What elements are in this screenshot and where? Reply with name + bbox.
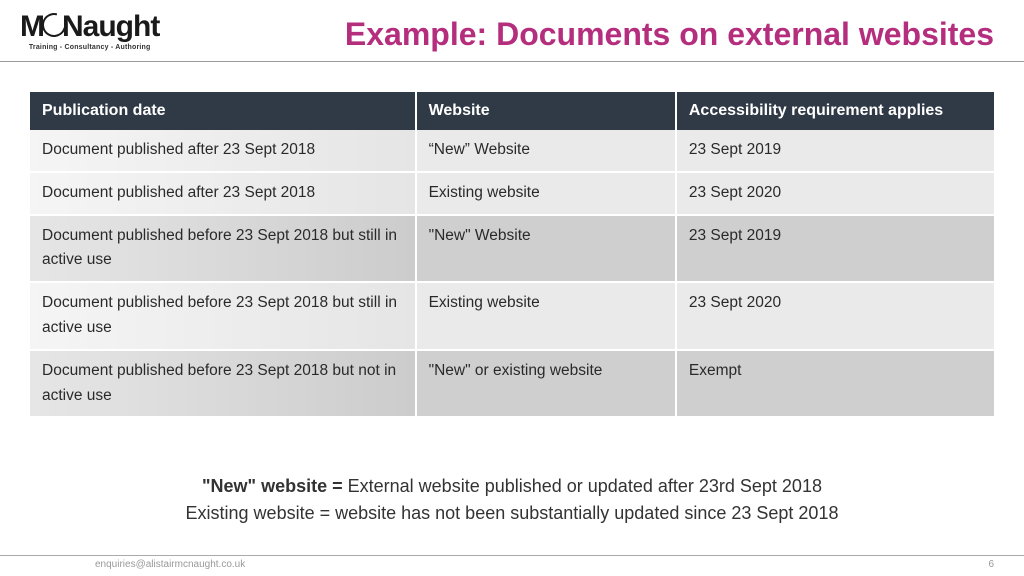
table-row: Document published after 23 Sept 2018“Ne… — [30, 130, 994, 172]
table-cell: 23 Sept 2020 — [676, 172, 994, 215]
table-row: Document published before 23 Sept 2018 b… — [30, 215, 994, 283]
table-cell: Document published before 23 Sept 2018 b… — [30, 350, 416, 418]
table-cell: 23 Sept 2020 — [676, 282, 994, 350]
definitions: "New" website = External website publish… — [30, 473, 994, 527]
slide-title: Example: Documents on external websites — [179, 12, 1004, 53]
logo-tagline: Training - Consultancy - Authoring — [29, 44, 151, 51]
definition-new-label: "New" website = — [202, 476, 348, 496]
col-website: Website — [416, 92, 676, 130]
table-cell: Exempt — [676, 350, 994, 418]
table-cell: Existing website — [416, 172, 676, 215]
table-cell: "New" or existing website — [416, 350, 676, 418]
definition-existing: Existing website = website has not been … — [30, 500, 994, 527]
content: Publication date Website Accessibility r… — [0, 62, 1024, 527]
table-cell: "New" Website — [416, 215, 676, 283]
logo-letter-rest: Naught — [62, 12, 159, 42]
table-row: Document published before 23 Sept 2018 b… — [30, 350, 994, 418]
accessibility-table: Publication date Website Accessibility r… — [30, 92, 994, 418]
table-row: Document published before 23 Sept 2018 b… — [30, 282, 994, 350]
table-cell: “New” Website — [416, 130, 676, 172]
table-cell: Document published before 23 Sept 2018 b… — [30, 282, 416, 350]
table-cell: Document published after 23 Sept 2018 — [30, 172, 416, 215]
col-publication-date: Publication date — [30, 92, 416, 130]
logo-wordmark: M Naught — [20, 12, 159, 42]
footer-page-number: 6 — [988, 559, 994, 570]
footer: enquiries@alistairmcnaught.co.uk 6 — [0, 555, 1024, 570]
header: M Naught Training - Consultancy - Author… — [0, 0, 1024, 62]
table-cell: Existing website — [416, 282, 676, 350]
table-row: Document published after 23 Sept 2018Exi… — [30, 172, 994, 215]
table-cell: Document published before 23 Sept 2018 b… — [30, 215, 416, 283]
logo: M Naught Training - Consultancy - Author… — [20, 12, 159, 51]
logo-letter-m: M — [20, 12, 44, 42]
table-cell: Document published after 23 Sept 2018 — [30, 130, 416, 172]
footer-email: enquiries@alistairmcnaught.co.uk — [95, 559, 245, 570]
definition-new: "New" website = External website publish… — [30, 473, 994, 500]
table-header-row: Publication date Website Accessibility r… — [30, 92, 994, 130]
table-cell: 23 Sept 2019 — [676, 215, 994, 283]
col-accessibility-requirement: Accessibility requirement applies — [676, 92, 994, 130]
definition-new-text: External website published or updated af… — [348, 476, 822, 496]
table-cell: 23 Sept 2019 — [676, 130, 994, 172]
